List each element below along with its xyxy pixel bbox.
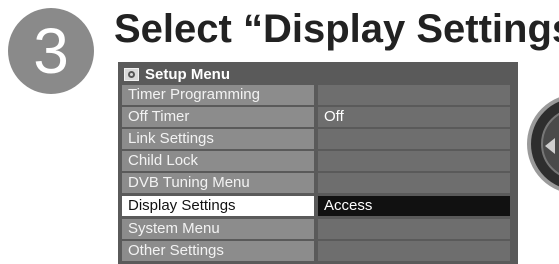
step-number-badge: 3 <box>8 8 94 94</box>
menu-item-dvb-tuning-menu[interactable]: DVB Tuning Menu <box>122 173 514 193</box>
menu-item-label: Link Settings <box>122 129 314 149</box>
remote-dpad-center <box>541 108 559 180</box>
menu-item-value <box>318 85 510 105</box>
menu-item-label: Child Lock <box>122 151 314 171</box>
menu-item-off-timer[interactable]: Off Timer Off <box>122 107 514 127</box>
menu-item-value: Off <box>318 107 510 127</box>
instruction-page: 3 Select “Display Settings” Setup Menu T… <box>0 0 559 264</box>
setup-menu-panel: Setup Menu Timer Programming Off Timer O… <box>118 62 518 264</box>
menu-item-timer-programming[interactable]: Timer Programming <box>122 85 514 105</box>
setup-icon <box>124 67 139 81</box>
menu-item-display-settings[interactable]: Display Settings Access <box>122 196 514 216</box>
remote-dpad-icon <box>527 94 559 194</box>
menu-item-value: Access <box>318 196 510 216</box>
menu-item-other-settings[interactable]: Other Settings <box>122 241 514 261</box>
menu-item-label: System Menu <box>122 219 314 239</box>
menu-item-value <box>318 129 510 149</box>
menu-item-value <box>318 219 510 239</box>
menu-item-label: Timer Programming <box>122 85 314 105</box>
menu-header: Setup Menu <box>121 64 230 84</box>
menu-item-value <box>318 173 510 193</box>
menu-item-label: Other Settings <box>122 241 314 261</box>
menu-item-label: DVB Tuning Menu <box>122 173 314 193</box>
menu-item-child-lock[interactable]: Child Lock <box>122 151 514 171</box>
arrow-left-icon <box>545 138 555 154</box>
menu-item-system-menu[interactable]: System Menu <box>122 219 514 239</box>
menu-item-label: Off Timer <box>122 107 314 127</box>
menu-item-value <box>318 151 510 171</box>
menu-item-label: Display Settings <box>122 196 314 216</box>
menu-item-link-settings[interactable]: Link Settings <box>122 129 514 149</box>
menu-item-value <box>318 241 510 261</box>
menu-title: Setup Menu <box>145 65 230 83</box>
page-title: Select “Display Settings” <box>114 7 559 51</box>
